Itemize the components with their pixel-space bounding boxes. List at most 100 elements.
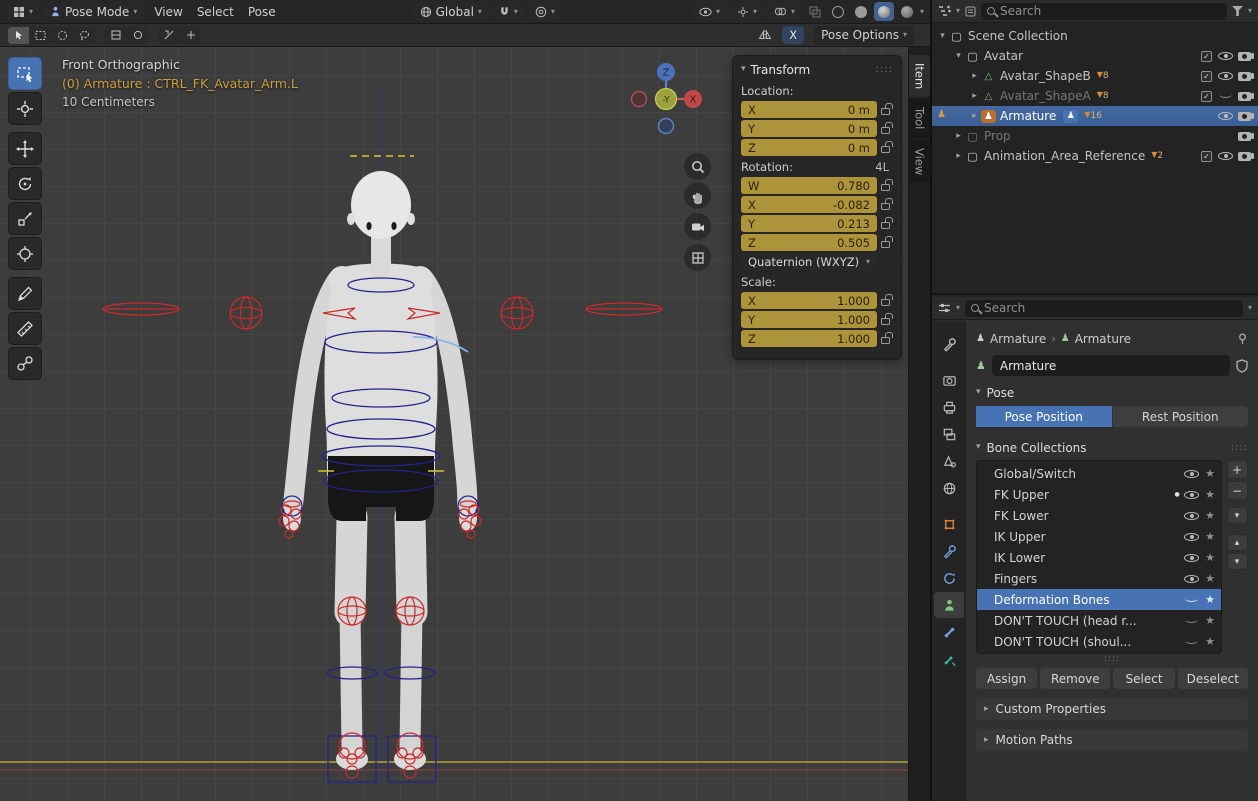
remove-collection-button[interactable]: − (1227, 481, 1248, 500)
tab-physics[interactable] (934, 565, 964, 591)
menu-item[interactable]: Pose (241, 5, 283, 19)
lock-icon[interactable] (881, 222, 890, 229)
selectable-checkbox[interactable] (1201, 51, 1212, 62)
visibility-eye-icon[interactable] (1218, 150, 1233, 162)
render-camera-icon[interactable] (1238, 52, 1251, 61)
move-tool[interactable] (8, 132, 42, 165)
datablock-name-field[interactable]: Armature (992, 355, 1230, 376)
scale-tool[interactable] (8, 202, 42, 235)
filter-icon[interactable] (1232, 6, 1243, 16)
visibility-dropdown[interactable]: ▾ (692, 2, 727, 21)
location-field[interactable]: Y 0 m (741, 120, 877, 137)
visibility-eye-icon[interactable] (1184, 531, 1199, 543)
mirror-x-toggle[interactable]: X (782, 26, 804, 44)
solo-star-icon[interactable]: ★ (1205, 593, 1215, 606)
camera-view-button[interactable] (684, 213, 711, 240)
properties-editor-icon[interactable] (938, 302, 951, 314)
select-mode-circle-button[interactable] (52, 27, 73, 44)
select-mode-lasso-button[interactable] (74, 27, 95, 44)
lock-icon[interactable] (881, 184, 890, 191)
action-button[interactable]: Deselect (1178, 668, 1248, 689)
shading-solid-button[interactable] (851, 2, 871, 21)
expander-icon[interactable] (968, 111, 981, 121)
move-up-button[interactable]: ▴ (1227, 534, 1248, 551)
mirror-icon[interactable] (758, 29, 772, 41)
location-field[interactable]: Z 0 m (741, 139, 877, 156)
tab-tool[interactable] (934, 331, 964, 357)
visibility-eye-icon[interactable] (1184, 636, 1199, 648)
expander-icon[interactable] (952, 131, 965, 141)
tab-object[interactable] (934, 511, 964, 537)
bone-collection-row[interactable]: DON'T TOUCH (head r... ★ (977, 610, 1221, 631)
viewport-3d[interactable]: Front Orthographic (0) Armature : CTRL_F… (0, 47, 908, 801)
lock-icon[interactable] (881, 299, 890, 306)
expander-icon[interactable] (952, 51, 965, 61)
pose-position-button[interactable]: Pose Position (976, 406, 1112, 427)
scale-field[interactable]: Y 1.000 (741, 311, 877, 328)
menu-item[interactable]: View (147, 5, 189, 19)
action-button[interactable]: Remove (1040, 668, 1110, 689)
tab-scene[interactable] (934, 448, 964, 474)
pan-hand-button[interactable] (684, 182, 711, 209)
bone-collections-header[interactable]: ▾ Bone Collections (976, 435, 1248, 460)
lock-icon[interactable] (881, 127, 890, 134)
rotation-field[interactable]: W 0.780 (741, 177, 877, 194)
tab-world[interactable] (934, 475, 964, 501)
shading-wireframe-button[interactable] (828, 2, 848, 21)
tab-constraints[interactable] (934, 538, 964, 564)
bone-collection-row[interactable]: FK Upper ★ (977, 484, 1221, 505)
visibility-eye-icon[interactable] (1184, 552, 1199, 564)
action-button[interactable]: Select (1113, 668, 1174, 689)
visibility-eye-icon[interactable] (1184, 510, 1199, 522)
select-mode-tweak-button[interactable] (8, 27, 29, 44)
proportional-editing-dropdown[interactable]: ▾ (528, 2, 562, 21)
visibility-eye-icon[interactable] (1184, 468, 1199, 480)
solo-star-icon[interactable]: ★ (1205, 635, 1215, 648)
selectable-checkbox[interactable] (1201, 151, 1212, 162)
visibility-eye-icon[interactable] (1184, 594, 1199, 606)
bone-collection-row[interactable]: Deformation Bones ★ (977, 589, 1221, 610)
render-camera-icon[interactable] (1238, 72, 1251, 81)
header-toggle-icon[interactable] (105, 27, 126, 44)
tab-view-layer[interactable] (934, 421, 964, 447)
outliner-row[interactable]: Avatar (932, 46, 1258, 66)
visibility-eye-icon[interactable] (1218, 90, 1233, 102)
mode-dropdown[interactable]: Pose Mode ▾ (43, 2, 144, 21)
box-select-tool[interactable] (8, 57, 42, 90)
bone-collection-row[interactable]: IK Lower ★ (977, 547, 1221, 568)
npanel-tab[interactable]: View (909, 140, 930, 183)
xray-toggle[interactable] (805, 6, 825, 18)
panel-grip-icon[interactable] (1231, 442, 1248, 453)
rotation-mode-dropdown[interactable]: Quaternion (WXYZ) ▾ (741, 253, 877, 270)
move-down-button[interactable]: ▾ (1227, 553, 1248, 570)
gizmo-neg-x-axis[interactable] (632, 92, 647, 107)
lock-icon[interactable] (881, 108, 890, 115)
breadcrumb-object[interactable]: Armature (990, 332, 1046, 346)
location-field[interactable]: X 0 m (741, 101, 877, 118)
expander-icon[interactable] (952, 151, 965, 161)
solo-star-icon[interactable]: ★ (1205, 551, 1215, 564)
snapping-dropdown[interactable]: ▾ (492, 2, 525, 21)
expander-icon[interactable] (936, 31, 949, 41)
npanel-tab[interactable]: Tool (909, 99, 930, 137)
select-mode-box-button[interactable] (30, 27, 51, 44)
expander-icon[interactable] (968, 91, 981, 101)
panel-grip-icon[interactable] (876, 64, 893, 75)
tab-output[interactable] (934, 394, 964, 420)
tab-object-data[interactable] (934, 592, 964, 618)
outliner-row[interactable]: Animation_Area_Reference 2 (932, 146, 1258, 166)
lock-icon[interactable] (881, 318, 890, 325)
bone-collection-row[interactable]: FK Lower ★ (977, 505, 1221, 526)
pin-icon[interactable] (1237, 333, 1248, 345)
lock-icon[interactable] (881, 337, 890, 344)
solo-star-icon[interactable]: ★ (1205, 509, 1215, 522)
selectable-checkbox[interactable] (1201, 71, 1212, 82)
header-toggle-icon[interactable] (180, 27, 201, 44)
solo-star-icon[interactable]: ★ (1205, 530, 1215, 543)
add-collection-button[interactable]: + (1227, 460, 1248, 479)
transform-orientation-dropdown[interactable]: Global ▾ (413, 2, 489, 21)
tab-render[interactable] (934, 367, 964, 393)
visibility-eye-icon[interactable] (1184, 489, 1199, 501)
outliner-row[interactable]: Avatar_ShapeB 8 (932, 66, 1258, 86)
annotate-tool[interactable] (8, 277, 42, 310)
